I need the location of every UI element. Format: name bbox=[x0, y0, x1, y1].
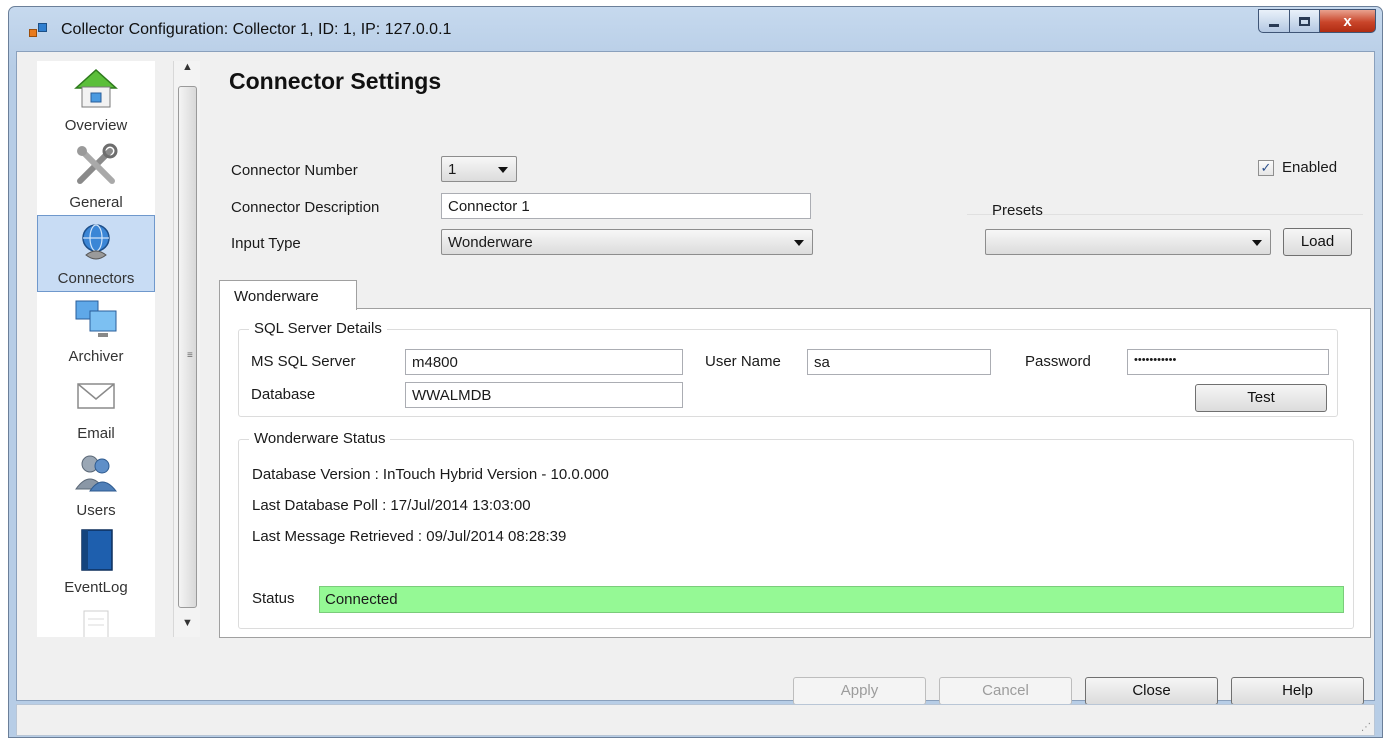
computers-icon bbox=[75, 300, 117, 337]
status-strip: ⋰ bbox=[16, 704, 1375, 736]
password-field[interactable]: ••••••••••• bbox=[1127, 349, 1329, 375]
input-type-dropdown[interactable]: Wonderware bbox=[441, 229, 813, 255]
presets-label: Presets bbox=[992, 202, 1043, 219]
status-label: Status bbox=[252, 590, 295, 607]
sidebar-item-label: Overview bbox=[64, 117, 128, 134]
ms-sql-server-field[interactable]: m4800 bbox=[405, 349, 683, 375]
sidebar-item-label: Email bbox=[77, 425, 115, 442]
scroll-down-icon[interactable]: ▼ bbox=[174, 617, 201, 637]
last-database-poll-text: Last Database Poll : 17/Jul/2014 13:03:0… bbox=[252, 497, 531, 514]
chevron-down-icon bbox=[794, 240, 804, 246]
wonderware-status-title: Wonderware Status bbox=[249, 430, 391, 447]
apply-button[interactable]: Apply bbox=[793, 677, 926, 705]
connector-number-label: Connector Number bbox=[231, 162, 358, 179]
grip-icon: ≡ bbox=[187, 350, 193, 361]
sidebar-item-label: General bbox=[69, 194, 123, 211]
connector-description-field[interactable]: Connector 1 bbox=[441, 193, 811, 219]
sidebar-item-eventlog[interactable]: EventLog bbox=[37, 523, 155, 600]
sidebar-nav: Overview General Connectors Archiver Ema… bbox=[37, 61, 155, 637]
database-field[interactable]: WWALMDB bbox=[405, 382, 683, 408]
tools-icon bbox=[77, 143, 118, 184]
checkmark-icon: ✓ bbox=[1260, 160, 1272, 175]
wonderware-tab-page: SQL Server Details MS SQL Server m4800 U… bbox=[219, 308, 1371, 638]
sql-server-details-title: SQL Server Details bbox=[249, 320, 387, 337]
sidebar-item-label: Archiver bbox=[68, 348, 124, 365]
window-title: Collector Configuration: Collector 1, ID… bbox=[61, 21, 452, 38]
user-name-label: User Name bbox=[705, 353, 781, 370]
sidebar-item-archiver[interactable]: Archiver bbox=[37, 292, 155, 369]
database-label: Database bbox=[251, 386, 316, 403]
enabled-label: Enabled bbox=[1282, 159, 1338, 176]
help-button[interactable]: Help bbox=[1231, 677, 1364, 705]
sidebar-item-overview[interactable]: Overview bbox=[37, 61, 155, 138]
app-icon bbox=[29, 23, 47, 39]
scrollbar-thumb[interactable]: ≡ bbox=[178, 86, 197, 608]
chevron-down-icon bbox=[1252, 240, 1262, 246]
input-type-label: Input Type bbox=[231, 235, 301, 252]
test-button[interactable]: Test bbox=[1195, 384, 1327, 412]
connector-globe-icon bbox=[82, 224, 110, 260]
connector-number-dropdown[interactable]: 1 bbox=[441, 156, 517, 182]
envelope-icon bbox=[77, 383, 115, 409]
maximize-icon bbox=[1299, 16, 1310, 26]
close-window-button[interactable]: x bbox=[1320, 9, 1376, 33]
user-name-field[interactable]: sa bbox=[807, 349, 991, 375]
input-type-value: Wonderware bbox=[448, 234, 533, 251]
minimize-button[interactable] bbox=[1258, 9, 1290, 33]
sql-server-details-group: SQL Server Details MS SQL Server m4800 U… bbox=[238, 320, 1338, 417]
sidebar-item-general[interactable]: General bbox=[37, 138, 155, 215]
sidebar-scrollbar[interactable]: ▲ ≡ ▼ bbox=[173, 61, 200, 637]
sidebar-item-label: Users bbox=[76, 502, 116, 519]
enabled-checkbox[interactable]: ✓ bbox=[1258, 160, 1274, 176]
document-icon bbox=[83, 610, 109, 637]
maximize-button[interactable] bbox=[1290, 9, 1320, 33]
close-button[interactable]: Close bbox=[1085, 677, 1218, 705]
scroll-up-icon[interactable]: ▲ bbox=[174, 61, 201, 81]
sidebar-item-label: EventLog bbox=[64, 579, 128, 596]
page-title: Connector Settings bbox=[229, 68, 442, 94]
tab-wonderware[interactable]: Wonderware bbox=[219, 280, 357, 310]
load-button[interactable]: Load bbox=[1283, 228, 1352, 256]
last-message-retrieved-text: Last Message Retrieved : 09/Jul/2014 08:… bbox=[252, 528, 567, 545]
sidebar-item-users[interactable]: Users bbox=[37, 446, 155, 523]
status-value-bar: Connected bbox=[319, 586, 1344, 613]
sidebar-item-partial[interactable] bbox=[37, 600, 155, 637]
client-area: Overview General Connectors Archiver Ema… bbox=[16, 51, 1375, 705]
caption-buttons: x bbox=[1258, 9, 1376, 33]
close-icon: x bbox=[1343, 12, 1352, 30]
presets-dropdown[interactable] bbox=[985, 229, 1271, 255]
sidebar-item-label: Connectors bbox=[57, 270, 135, 287]
connector-description-label: Connector Description bbox=[231, 199, 380, 216]
ms-sql-server-label: MS SQL Server bbox=[251, 353, 356, 370]
sidebar-item-connectors[interactable]: Connectors bbox=[37, 215, 155, 292]
chevron-down-icon bbox=[498, 167, 508, 173]
book-icon bbox=[81, 529, 113, 571]
database-version-text: Database Version : InTouch Hybrid Versio… bbox=[252, 466, 609, 483]
sidebar-item-email[interactable]: Email bbox=[37, 369, 155, 446]
title-bar[interactable]: Collector Configuration: Collector 1, ID… bbox=[9, 7, 1382, 51]
password-label: Password bbox=[1025, 353, 1091, 370]
collector-configuration-window: Collector Configuration: Collector 1, ID… bbox=[8, 6, 1383, 738]
resize-grip-icon[interactable]: ⋰ bbox=[1361, 722, 1371, 733]
house-icon bbox=[74, 68, 118, 108]
minimize-icon bbox=[1269, 23, 1279, 27]
users-icon bbox=[75, 455, 118, 492]
cancel-button[interactable]: Cancel bbox=[939, 677, 1072, 705]
connector-number-value: 1 bbox=[448, 161, 457, 178]
